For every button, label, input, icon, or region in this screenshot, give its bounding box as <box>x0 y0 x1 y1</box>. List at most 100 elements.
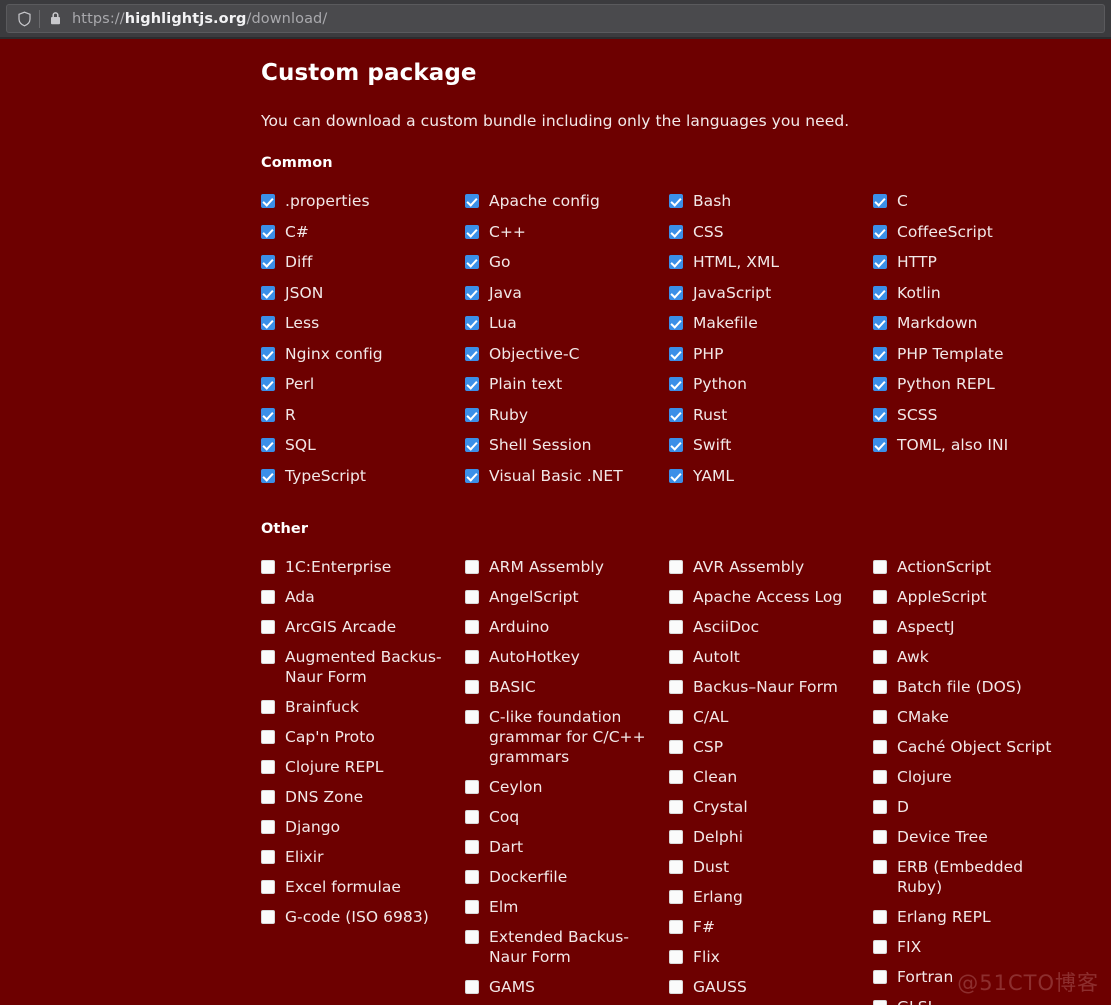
checkbox-checked-icon[interactable] <box>669 194 683 208</box>
language-option-cap-n-proto[interactable]: Cap'n Proto <box>261 727 461 747</box>
checkbox-unchecked-icon[interactable] <box>465 560 479 574</box>
language-option-flix[interactable]: Flix <box>669 947 869 967</box>
language-option-elixir[interactable]: Elixir <box>261 847 461 867</box>
checkbox-unchecked-icon[interactable] <box>465 930 479 944</box>
language-option-angelscript[interactable]: AngelScript <box>465 587 665 607</box>
checkbox-unchecked-icon[interactable] <box>873 560 887 574</box>
checkbox-unchecked-icon[interactable] <box>261 620 275 634</box>
language-option-cmake[interactable]: CMake <box>873 707 1073 727</box>
checkbox-checked-icon[interactable] <box>261 346 275 361</box>
language-option-php[interactable]: PHP <box>669 344 869 364</box>
language-option-autohotkey[interactable]: AutoHotkey <box>465 647 665 667</box>
language-option-basic[interactable]: BASIC <box>465 677 665 697</box>
language-option-avr-assembly[interactable]: AVR Assembly <box>669 557 869 577</box>
checkbox-checked-icon[interactable] <box>669 407 683 422</box>
language-option-actionscript[interactable]: ActionScript <box>873 557 1073 577</box>
language-option-augmented-backus-naur-form[interactable]: Augmented Backus-Naur Form <box>261 647 461 687</box>
checkbox-checked-icon[interactable] <box>669 377 683 391</box>
checkbox-unchecked-icon[interactable] <box>465 780 479 794</box>
language-option-erlang-repl[interactable]: Erlang REPL <box>873 907 1073 927</box>
checkbox-checked-icon[interactable] <box>873 224 887 239</box>
language-option-less[interactable]: Less <box>261 313 461 333</box>
checkbox-unchecked-icon[interactable] <box>261 730 275 744</box>
language-option-dns-zone[interactable]: DNS Zone <box>261 787 461 807</box>
checkbox-checked-icon[interactable] <box>465 285 479 300</box>
checkbox-unchecked-icon[interactable] <box>465 980 479 994</box>
language-option-diff[interactable]: Diff <box>261 252 461 272</box>
checkbox-checked-icon[interactable] <box>261 255 275 269</box>
checkbox-checked-icon[interactable] <box>261 285 275 300</box>
checkbox-unchecked-icon[interactable] <box>873 970 887 984</box>
checkbox-unchecked-icon[interactable] <box>261 790 275 804</box>
checkbox-checked-icon[interactable] <box>873 377 887 391</box>
checkbox-unchecked-icon[interactable] <box>669 650 683 664</box>
language-option-delphi[interactable]: Delphi <box>669 827 869 847</box>
language-option-rust[interactable]: Rust <box>669 405 869 425</box>
language-option-java[interactable]: Java <box>465 283 665 303</box>
language-option-plain-text[interactable]: Plain text <box>465 374 665 394</box>
language-option-excel-formulae[interactable]: Excel formulae <box>261 877 461 897</box>
checkbox-unchecked-icon[interactable] <box>261 880 275 894</box>
language-option-c[interactable]: C# <box>261 222 461 242</box>
checkbox-checked-icon[interactable] <box>669 346 683 361</box>
checkbox-unchecked-icon[interactable] <box>261 560 275 574</box>
language-option-aspectj[interactable]: AspectJ <box>873 617 1073 637</box>
language-option-css[interactable]: CSS <box>669 222 869 242</box>
language-option-http[interactable]: HTTP <box>873 252 1073 272</box>
checkbox-unchecked-icon[interactable] <box>873 590 887 604</box>
checkbox-unchecked-icon[interactable] <box>669 860 683 874</box>
checkbox-checked-icon[interactable] <box>465 316 479 330</box>
checkbox-unchecked-icon[interactable] <box>261 700 275 714</box>
language-option-perl[interactable]: Perl <box>261 374 461 394</box>
language-option-dart[interactable]: Dart <box>465 837 665 857</box>
language-option-visual-basic-net[interactable]: Visual Basic .NET <box>465 466 665 486</box>
checkbox-unchecked-icon[interactable] <box>873 770 887 784</box>
language-option-1c-enterprise[interactable]: 1C:Enterprise <box>261 557 461 577</box>
language-option-json[interactable]: JSON <box>261 283 461 303</box>
language-option-typescript[interactable]: TypeScript <box>261 466 461 486</box>
language-option-yaml[interactable]: YAML <box>669 466 869 486</box>
checkbox-unchecked-icon[interactable] <box>669 890 683 904</box>
language-option-f[interactable]: F# <box>669 917 869 937</box>
language-option-fix[interactable]: FIX <box>873 937 1073 957</box>
checkbox-checked-icon[interactable] <box>669 224 683 239</box>
checkbox-unchecked-icon[interactable] <box>873 860 887 874</box>
language-option-crystal[interactable]: Crystal <box>669 797 869 817</box>
language-option-apache-access-log[interactable]: Apache Access Log <box>669 587 869 607</box>
language-option-dust[interactable]: Dust <box>669 857 869 877</box>
language-option-cach-object-script[interactable]: Caché Object Script <box>873 737 1073 757</box>
language-option-gams[interactable]: GAMS <box>465 977 665 997</box>
checkbox-unchecked-icon[interactable] <box>669 710 683 724</box>
lock-icon[interactable] <box>44 8 66 30</box>
checkbox-checked-icon[interactable] <box>873 194 887 208</box>
checkbox-checked-icon[interactable] <box>669 285 683 300</box>
checkbox-unchecked-icon[interactable] <box>465 680 479 694</box>
checkbox-unchecked-icon[interactable] <box>261 650 275 664</box>
language-option-python-repl[interactable]: Python REPL <box>873 374 1073 394</box>
checkbox-unchecked-icon[interactable] <box>873 910 887 924</box>
language-option-apache-config[interactable]: Apache config <box>465 191 665 211</box>
language-option-coq[interactable]: Coq <box>465 807 665 827</box>
language-option-extended-backus-naur-form[interactable]: Extended Backus-Naur Form <box>465 927 665 967</box>
checkbox-unchecked-icon[interactable] <box>669 950 683 964</box>
language-option-objective-c[interactable]: Objective-C <box>465 344 665 364</box>
language-option-python[interactable]: Python <box>669 374 869 394</box>
checkbox-unchecked-icon[interactable] <box>465 710 479 724</box>
language-option-properties[interactable]: .properties <box>261 191 461 211</box>
url-text[interactable]: https://highlightjs.org/download/ <box>72 11 327 27</box>
language-option-sql[interactable]: SQL <box>261 435 461 455</box>
checkbox-unchecked-icon[interactable] <box>669 740 683 754</box>
language-option-ceylon[interactable]: Ceylon <box>465 777 665 797</box>
language-option-ada[interactable]: Ada <box>261 587 461 607</box>
checkbox-checked-icon[interactable] <box>669 468 683 483</box>
checkbox-unchecked-icon[interactable] <box>465 870 479 884</box>
language-option-r[interactable]: R <box>261 405 461 425</box>
checkbox-checked-icon[interactable] <box>465 438 479 452</box>
checkbox-checked-icon[interactable] <box>261 468 275 483</box>
language-option-arduino[interactable]: Arduino <box>465 617 665 637</box>
checkbox-unchecked-icon[interactable] <box>261 760 275 774</box>
language-option-coffeescript[interactable]: CoffeeScript <box>873 222 1073 242</box>
checkbox-checked-icon[interactable] <box>261 377 275 391</box>
language-option-toml-also-ini[interactable]: TOML, also INI <box>873 435 1073 455</box>
language-option-fortran[interactable]: Fortran <box>873 967 1073 987</box>
